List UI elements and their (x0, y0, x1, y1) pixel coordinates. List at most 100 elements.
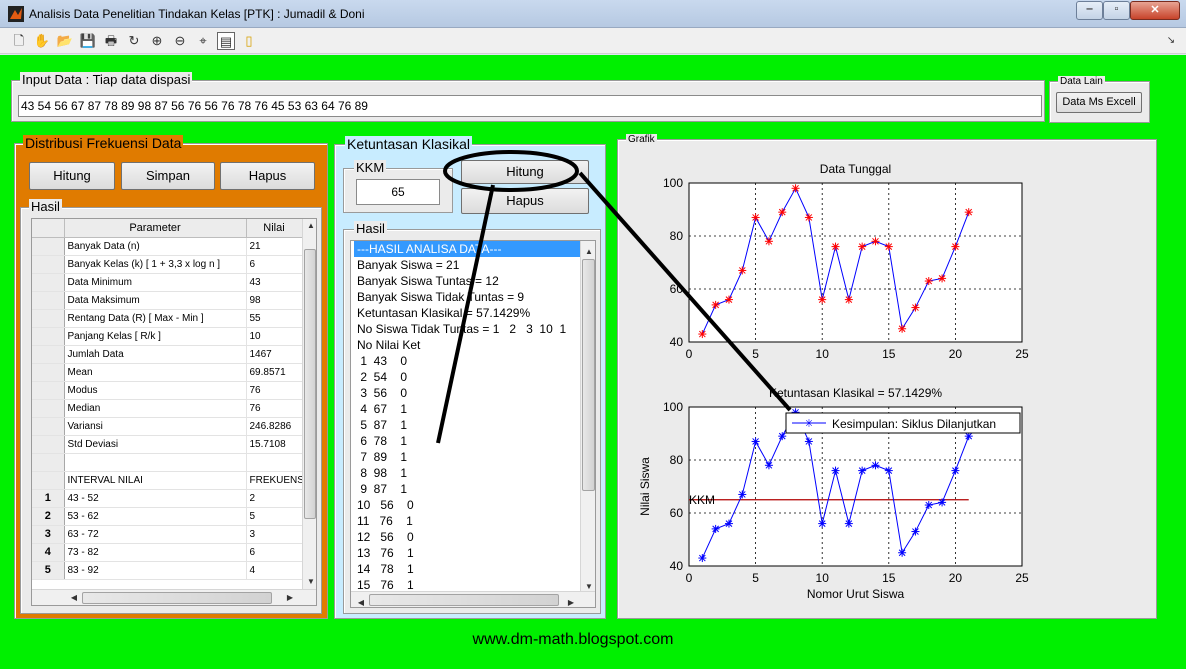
row-header[interactable] (32, 471, 65, 490)
nilai-cell[interactable]: 2 (246, 489, 303, 508)
nilai-cell[interactable]: 1467 (246, 345, 303, 364)
distribusi-hitung-button[interactable]: Hitung (29, 162, 115, 190)
parameter-cell[interactable]: Modus (64, 381, 247, 400)
dock-arrow-icon[interactable]: ↘ (1162, 32, 1180, 50)
plot-tools-icon[interactable]: ▤ (217, 32, 235, 50)
rotate-icon[interactable]: ↻ (125, 32, 143, 50)
list-item[interactable]: 11 76 1 (354, 513, 580, 529)
list-item[interactable]: 6 78 1 (354, 433, 580, 449)
distribusi-hscroll-thumb[interactable] (82, 592, 272, 604)
zoom-out-icon[interactable]: ⊖ (171, 32, 189, 50)
list-item[interactable]: 13 76 1 (354, 545, 580, 561)
kkm-input[interactable]: 65 (356, 179, 440, 205)
distribusi-vertical-scrollbar[interactable]: ▲ ▼ (302, 219, 316, 589)
nilai-cell[interactable]: 15.7108 (246, 435, 303, 454)
list-item[interactable]: 4 67 1 (354, 401, 580, 417)
table-row[interactable]: 5 83 - 92 4 (32, 561, 303, 580)
nilai-cell[interactable]: 3 (246, 525, 303, 544)
listbox-hscroll-thumb[interactable] (369, 594, 559, 606)
nilai-cell[interactable]: 76 (246, 381, 303, 400)
table-row[interactable]: Data Minimum 43 (32, 273, 303, 292)
zoom-in-icon[interactable]: ⊕ (148, 32, 166, 50)
row-header[interactable] (32, 327, 65, 346)
row-header[interactable] (32, 363, 65, 382)
parameter-cell[interactable]: Panjang Kelas [ R/k ] (64, 327, 247, 346)
parameter-cell[interactable]: Banyak Data (n) (64, 237, 247, 256)
nilai-cell[interactable]: 69.8571 (246, 363, 303, 382)
list-item[interactable]: 8 98 1 (354, 465, 580, 481)
table-row[interactable]: 1 43 - 52 2 (32, 489, 303, 508)
row-header[interactable] (32, 453, 65, 472)
data-cursor-icon[interactable]: ⌖ (194, 32, 212, 50)
listbox-horizontal-scrollbar[interactable]: ◀ ▶ (351, 591, 595, 607)
parameter-cell[interactable]: 73 - 82 (64, 543, 247, 562)
scroll-up-icon[interactable]: ▲ (303, 221, 316, 230)
parameter-cell[interactable]: 63 - 72 (64, 525, 247, 544)
table-row[interactable]: Median 76 (32, 399, 303, 418)
save-icon[interactable]: 💾 (79, 32, 97, 50)
scroll-left-icon[interactable]: ◀ (353, 595, 369, 607)
table-row[interactable]: Data Maksimum 98 (32, 291, 303, 310)
open-icon[interactable]: 📂 (56, 32, 74, 50)
parameter-cell[interactable] (64, 453, 247, 472)
nilai-cell[interactable]: 5 (246, 507, 303, 526)
list-item[interactable]: Banyak Siswa Tuntas = 12 (354, 273, 580, 289)
distribusi-horizontal-scrollbar[interactable]: ◀ ▶ (32, 589, 316, 605)
column-header-nilai[interactable]: Nilai (246, 219, 303, 238)
table-row[interactable]: Banyak Kelas (k) [ 1 + 3,3 x log n ] 6 (32, 255, 303, 274)
row-header[interactable] (32, 381, 65, 400)
table-row[interactable] (32, 453, 303, 472)
row-header[interactable] (32, 291, 65, 310)
nilai-cell[interactable]: 10 (246, 327, 303, 346)
row-header[interactable] (32, 309, 65, 328)
ketuntasan-hitung-button[interactable]: Hitung (461, 160, 589, 184)
scroll-up-icon[interactable]: ▲ (581, 244, 595, 260)
nilai-cell[interactable]: 55 (246, 309, 303, 328)
nilai-cell[interactable]: 98 (246, 291, 303, 310)
row-header[interactable]: 5 (32, 561, 65, 580)
close-button[interactable]: ✕ (1130, 1, 1180, 20)
table-row[interactable]: 2 53 - 62 5 (32, 507, 303, 526)
table-row[interactable]: 4 73 - 82 6 (32, 543, 303, 562)
nilai-cell[interactable]: 76 (246, 399, 303, 418)
row-header[interactable] (32, 399, 65, 418)
parameter-cell[interactable]: Banyak Kelas (k) [ 1 + 3,3 x log n ] (64, 255, 247, 274)
table-row[interactable]: Banyak Data (n) 21 (32, 237, 303, 256)
parameter-cell[interactable]: 83 - 92 (64, 561, 247, 580)
row-header[interactable]: 4 (32, 543, 65, 562)
parameter-cell[interactable]: Jumlah Data (64, 345, 247, 364)
parameter-cell[interactable]: Data Minimum (64, 273, 247, 292)
list-item[interactable]: No Siswa Tidak Tuntas = 1 2 3 10 1 (354, 321, 580, 337)
table-row[interactable]: Variansi 246.8286 (32, 417, 303, 436)
list-item[interactable]: 7 89 1 (354, 449, 580, 465)
table-row[interactable]: Modus 76 (32, 381, 303, 400)
listbox-scroll-thumb[interactable] (582, 259, 595, 491)
print-icon[interactable]: 🖶 (102, 32, 120, 50)
list-item-selected[interactable]: ---HASIL ANALISA DATA--- (354, 241, 580, 257)
table-row[interactable]: Std Deviasi 15.7108 (32, 435, 303, 454)
table-row[interactable]: 3 63 - 72 3 (32, 525, 303, 544)
ketuntasan-hapus-button[interactable]: Hapus (461, 188, 589, 214)
data-excel-button[interactable]: Data Ms Excell (1056, 92, 1142, 113)
parameter-cell[interactable]: Mean (64, 363, 247, 382)
distribusi-scroll-thumb[interactable] (304, 249, 316, 519)
list-item[interactable]: 14 78 1 (354, 561, 580, 577)
parameter-cell[interactable]: Data Maksimum (64, 291, 247, 310)
nilai-cell[interactable]: 4 (246, 561, 303, 580)
nilai-cell[interactable]: 21 (246, 237, 303, 256)
list-item[interactable]: Banyak Siswa Tidak Tuntas = 9 (354, 289, 580, 305)
nilai-cell[interactable]: FREKUENSI (246, 471, 303, 490)
row-header[interactable]: 3 (32, 525, 65, 544)
list-item[interactable]: No Nilai Ket (354, 337, 580, 353)
list-item[interactable]: 10 56 0 (354, 497, 580, 513)
parameter-cell[interactable]: 53 - 62 (64, 507, 247, 526)
nilai-cell[interactable]: 246.8286 (246, 417, 303, 436)
new-icon[interactable]: 🗋 (10, 32, 28, 50)
row-header[interactable] (32, 273, 65, 292)
row-header[interactable] (32, 237, 65, 256)
parameter-cell[interactable]: Median (64, 399, 247, 418)
table-row[interactable]: Rentang Data (R) [ Max - Min ] 55 (32, 309, 303, 328)
table-row[interactable]: Jumlah Data 1467 (32, 345, 303, 364)
pan-icon[interactable]: ✋ (33, 32, 51, 50)
list-item[interactable]: 12 56 0 (354, 529, 580, 545)
